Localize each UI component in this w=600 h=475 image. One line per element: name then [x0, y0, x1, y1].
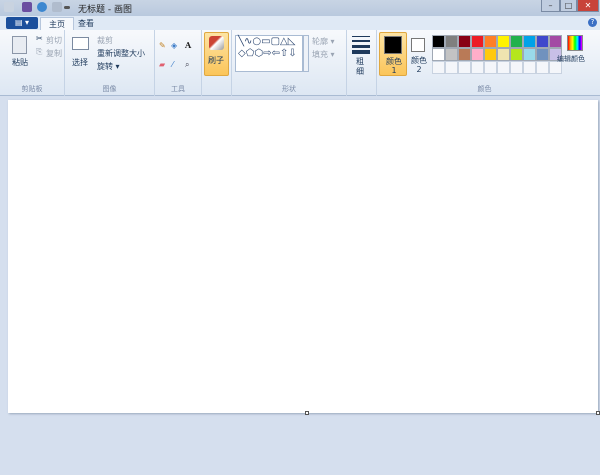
palette-swatch[interactable] — [497, 48, 510, 61]
palette-swatch[interactable] — [536, 48, 549, 61]
tools-group: ✎ ◈ A ▰ ⁄ ⌕ 工具 — [155, 30, 202, 96]
color2-button[interactable]: 颜色 2 — [408, 32, 430, 76]
size-group: 粗细 — [347, 30, 377, 96]
cut-icon: ✂ — [36, 34, 43, 43]
palette-swatch[interactable] — [445, 48, 458, 61]
custom-color-slot[interactable] — [510, 61, 523, 74]
brush-group: 刷子 — [202, 30, 232, 96]
custom-color-slot[interactable] — [523, 61, 536, 74]
select-button[interactable]: 选择 — [72, 57, 88, 68]
edit-colors-icon[interactable] — [567, 35, 583, 51]
text-tool-icon[interactable]: A — [185, 40, 191, 50]
customize-quick-access-icon[interactable] — [64, 6, 70, 9]
paste-icon[interactable] — [12, 36, 27, 54]
close-button[interactable]: ✕ — [577, 0, 599, 12]
shapes-scrollbar[interactable] — [303, 35, 309, 72]
tab-home[interactable]: 主页 — [40, 17, 74, 30]
canvas-area — [0, 97, 600, 475]
resize-handle-bottom[interactable] — [305, 411, 309, 415]
custom-color-slot[interactable] — [432, 61, 445, 74]
crop-button[interactable]: 裁剪 — [97, 35, 113, 46]
resize-button[interactable]: 重新调整大小 — [97, 48, 145, 59]
palette-swatch[interactable] — [445, 35, 458, 48]
size-button[interactable]: 粗细 — [356, 57, 366, 77]
custom-color-slot[interactable] — [471, 61, 484, 74]
fill-button[interactable]: 填充 ▾ — [312, 49, 335, 60]
palette-swatch[interactable] — [497, 35, 510, 48]
custom-color-slot[interactable] — [536, 61, 549, 74]
clipboard-label: 剪贴板 — [21, 85, 43, 93]
rotate-button[interactable]: 旋转 ▾ — [97, 61, 120, 72]
image-group: 选择 裁剪 重新调整大小 旋转 ▾ 图像 — [65, 30, 155, 96]
palette-swatch[interactable] — [484, 48, 497, 61]
image-label: 图像 — [102, 85, 117, 93]
color2-label: 颜色 2 — [411, 56, 427, 74]
custom-color-slot[interactable] — [458, 61, 471, 74]
copy-icon: ⎘ — [36, 47, 43, 56]
outline-button[interactable]: 轮廓 ▾ — [312, 36, 335, 47]
brush-icon — [209, 36, 224, 50]
custom-color-slot[interactable] — [445, 61, 458, 74]
brush-label: 刷子 — [208, 56, 224, 65]
drawing-canvas[interactable] — [8, 100, 598, 413]
edit-colors-button[interactable]: 编辑颜色 — [557, 54, 585, 64]
cut-button[interactable]: 剪切 — [46, 35, 62, 46]
color1-swatch — [384, 36, 402, 54]
paste-button[interactable]: 粘贴 — [12, 57, 28, 68]
window-title: 无标题 - 画图 — [78, 5, 132, 15]
eraser-icon[interactable]: ▰ — [159, 60, 165, 69]
save-icon[interactable] — [22, 2, 32, 12]
clipboard-group: 粘贴 ✂ 剪切 ⎘ 复制 剪贴板 — [0, 30, 65, 96]
minimize-button[interactable]: – — [541, 0, 560, 12]
color2-swatch — [411, 38, 425, 52]
undo-icon[interactable] — [37, 2, 47, 12]
shapes-gallery[interactable]: ╲∿○▭▢△◺◇⬠⬡⇨⇦⇧⇩ — [235, 35, 303, 72]
palette-swatch[interactable] — [471, 48, 484, 61]
shapes-label: 形状 — [282, 85, 296, 93]
palette-swatch[interactable] — [510, 35, 523, 48]
tab-view[interactable]: 查看 — [70, 17, 102, 30]
shapes-group: ╲∿○▭▢△◺◇⬠⬡⇨⇦⇧⇩ 轮廓 ▾ 填充 ▾ 形状 — [232, 30, 347, 96]
tools-label: 工具 — [171, 85, 185, 93]
app-icon[interactable] — [4, 2, 14, 12]
pencil-icon[interactable]: ✎ — [159, 41, 166, 50]
select-icon[interactable] — [72, 37, 89, 50]
palette-swatch[interactable] — [458, 35, 471, 48]
palette-swatch[interactable] — [432, 48, 445, 61]
colors-group: 颜色 1 颜色 2 编辑颜色 颜色 — [377, 30, 592, 96]
custom-color-slot[interactable] — [484, 61, 497, 74]
color1-label: 颜色 1 — [386, 57, 402, 75]
palette-swatch[interactable] — [471, 35, 484, 48]
colors-label: 颜色 — [477, 85, 492, 93]
file-menu-button[interactable]: ▤ ▾ — [6, 17, 38, 29]
size-icon[interactable] — [352, 36, 370, 54]
color-picker-icon[interactable]: ⁄ — [172, 60, 173, 69]
palette-swatch[interactable] — [536, 35, 549, 48]
custom-color-slot[interactable] — [497, 61, 510, 74]
resize-handle-corner[interactable] — [596, 411, 600, 415]
redo-icon[interactable] — [52, 2, 62, 12]
ribbon-tabs: ▤ ▾ 主页 查看 ? — [0, 16, 600, 30]
palette-swatch[interactable] — [510, 48, 523, 61]
palette-swatch[interactable] — [432, 35, 445, 48]
help-icon[interactable]: ? — [588, 18, 597, 27]
maximize-button[interactable]: □ — [560, 0, 577, 12]
magnifier-icon[interactable]: ⌕ — [185, 60, 189, 70]
palette-swatch[interactable] — [523, 48, 536, 61]
fill-bucket-icon[interactable]: ◈ — [171, 41, 177, 50]
brush-button[interactable]: 刷子 — [204, 32, 229, 76]
palette-swatch[interactable] — [523, 35, 536, 48]
palette-swatch[interactable] — [484, 35, 497, 48]
palette-swatch[interactable] — [549, 35, 562, 48]
palette-swatch[interactable] — [458, 48, 471, 61]
ribbon: 粘贴 ✂ 剪切 ⎘ 复制 剪贴板 选择 裁剪 重新调整大小 旋转 ▾ 图像 ✎ … — [0, 30, 600, 96]
color1-button[interactable]: 颜色 1 — [379, 32, 407, 76]
copy-button[interactable]: 复制 — [46, 48, 62, 59]
title-bar: 无标题 - 画图 – □ ✕ — [0, 0, 600, 16]
